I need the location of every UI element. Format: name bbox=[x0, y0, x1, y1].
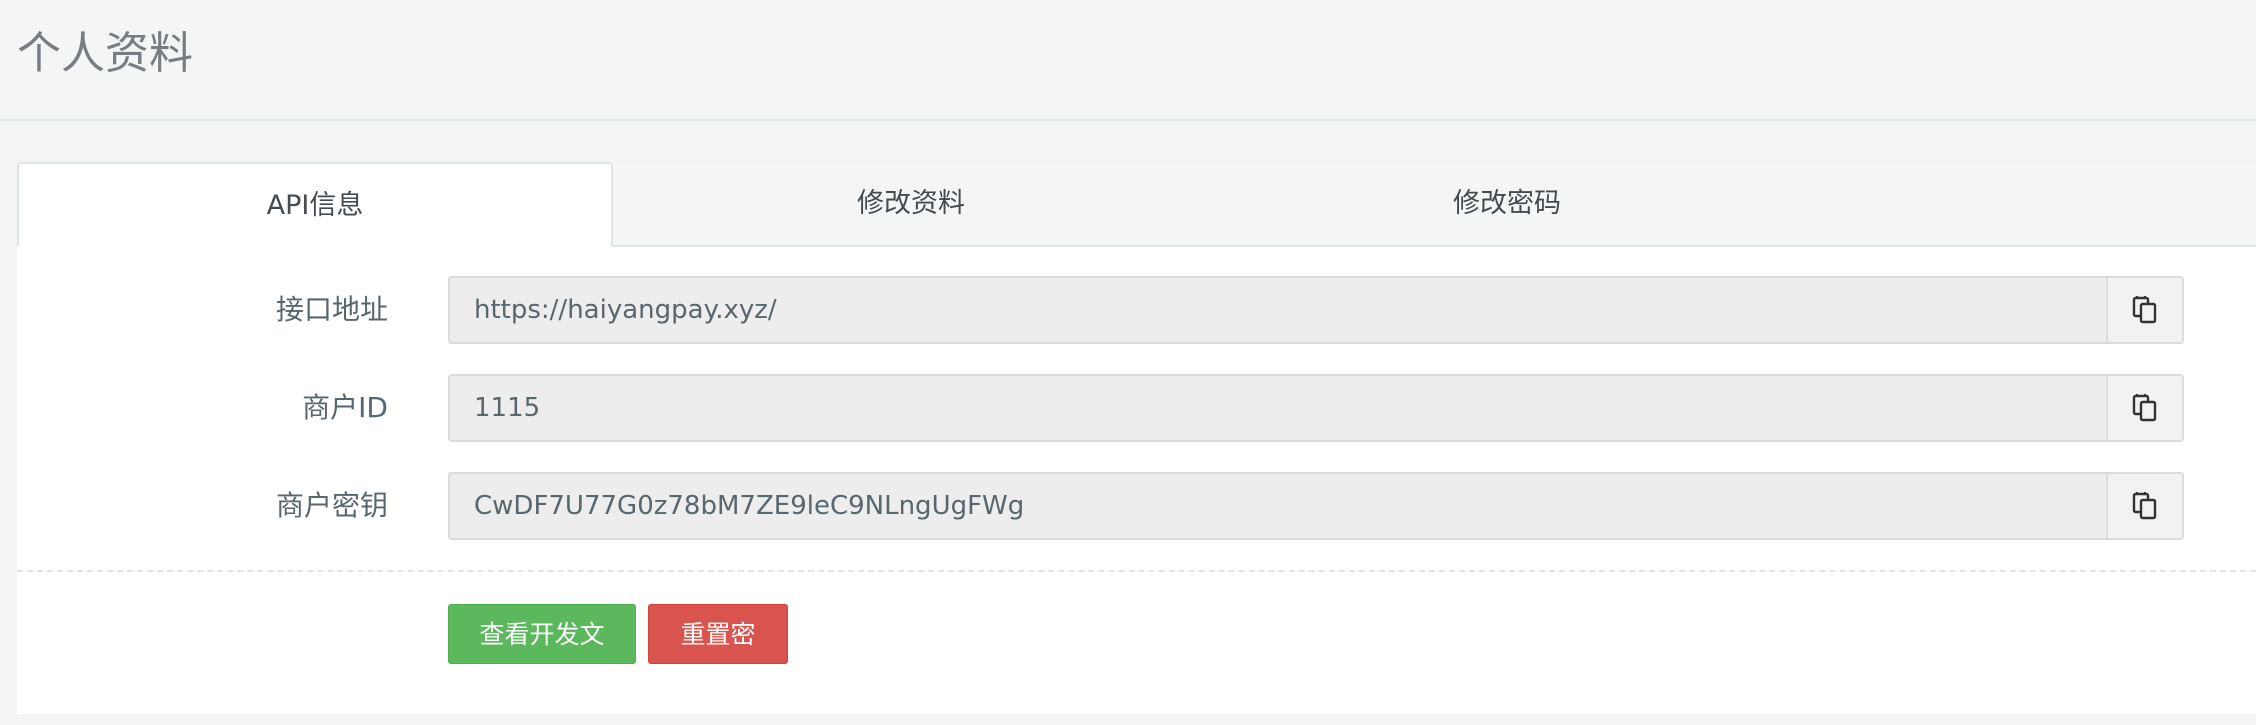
merchant-key-row: 商户密钥 bbox=[17, 472, 2256, 540]
merchant-id-row: 商户ID bbox=[17, 374, 2256, 442]
api-url-row: 接口地址 bbox=[17, 276, 2256, 344]
view-docs-button[interactable]: 查看开发文档 bbox=[448, 604, 636, 709]
form-divider bbox=[17, 570, 2256, 572]
profile-panel: API信息 修改资料 修改密码 接口地址 商户ID bbox=[17, 162, 2256, 714]
merchant-id-input[interactable] bbox=[448, 374, 2106, 442]
api-url-input-group bbox=[448, 276, 2184, 344]
reset-key-button[interactable]: 重置密钥 bbox=[648, 604, 788, 709]
page-title: 个人资料 bbox=[17, 28, 193, 79]
copy-merchant-id-button[interactable] bbox=[2106, 374, 2184, 442]
api-url-label: 接口地址 bbox=[275, 293, 388, 326]
tab-edit-profile[interactable]: 修改资料 bbox=[613, 162, 1209, 245]
merchant-key-input[interactable] bbox=[448, 472, 2106, 540]
tab-change-password[interactable]: 修改密码 bbox=[1209, 162, 1805, 245]
copy-api-url-button[interactable] bbox=[2106, 276, 2184, 344]
api-url-input[interactable] bbox=[448, 276, 2106, 344]
merchant-key-label: 商户密钥 bbox=[275, 489, 388, 522]
copy-icon bbox=[2131, 492, 2159, 520]
tab-bar: API信息 修改资料 修改密码 bbox=[17, 162, 2256, 247]
page-header: 个人资料 bbox=[0, 0, 2256, 121]
copy-icon bbox=[2131, 394, 2159, 422]
copy-icon bbox=[2131, 296, 2159, 324]
copy-merchant-key-button[interactable] bbox=[2106, 472, 2184, 540]
merchant-id-label: 商户ID bbox=[302, 391, 388, 424]
merchant-key-input-group bbox=[448, 472, 2184, 540]
tab-api-info[interactable]: API信息 bbox=[17, 162, 613, 247]
merchant-id-input-group bbox=[448, 374, 2184, 442]
